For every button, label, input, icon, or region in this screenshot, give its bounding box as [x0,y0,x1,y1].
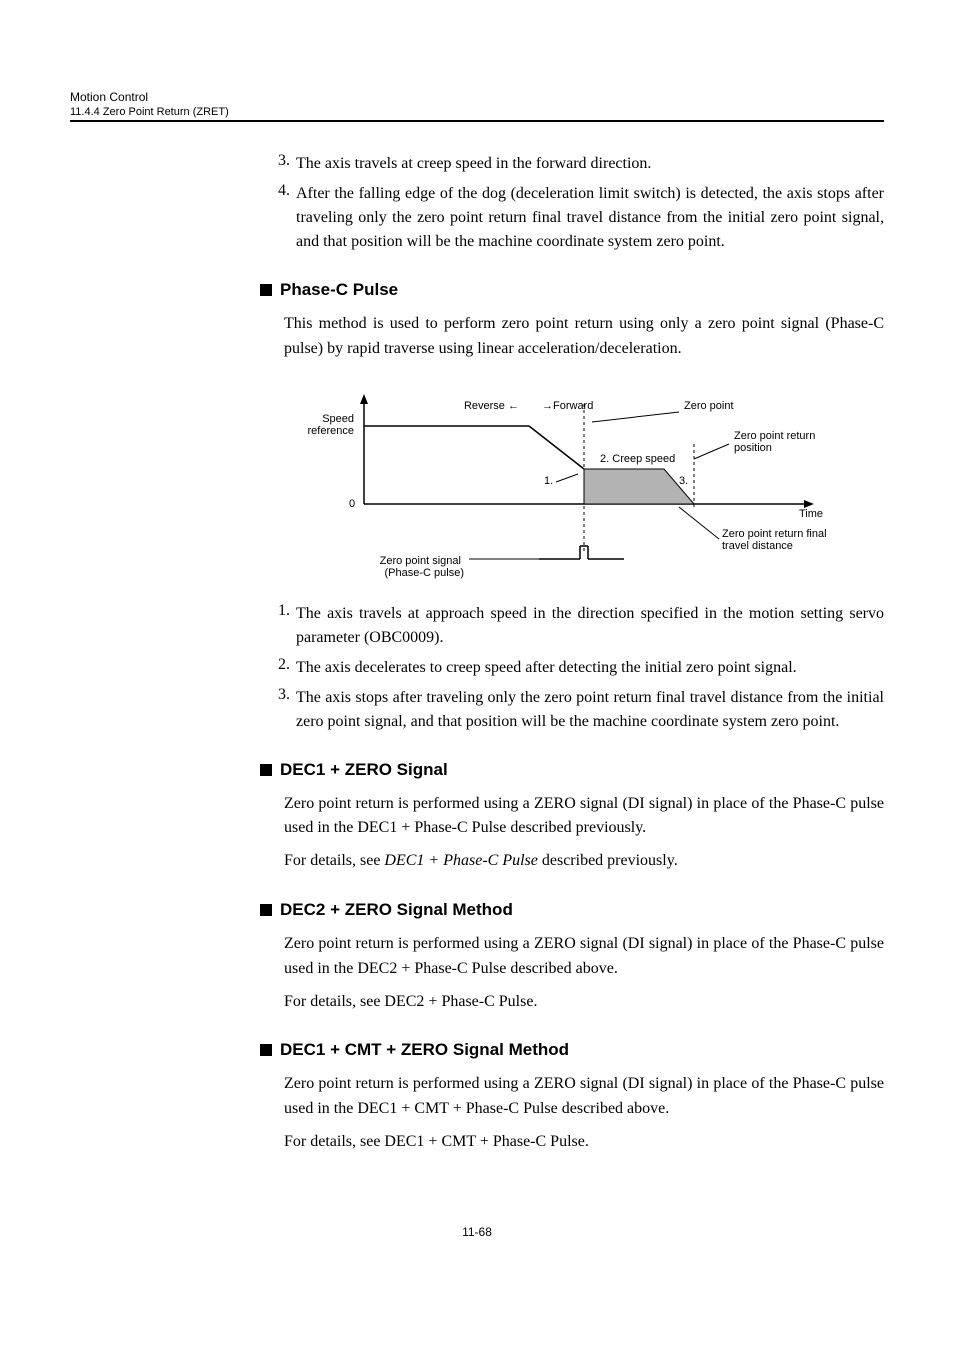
list-item: 1. The axis travels at approach speed in… [268,602,884,650]
label-time: Time [799,508,823,520]
heading-text: DEC1 + CMT + ZERO Signal Method [280,1040,569,1060]
paragraph: For details, see DEC1 + Phase-C Pulse de… [284,849,884,874]
label-speed-ref: Speedreference [308,413,354,437]
paragraph: For details, see DEC1 + CMT + Phase-C Pu… [284,1130,884,1155]
label-num3: 3. [679,475,688,487]
text: For details, see [284,852,384,869]
header-rule [70,120,884,122]
list-item: 3. The axis travels at creep speed in th… [268,152,884,176]
section-heading-phase-c: Phase-C Pulse [260,280,884,300]
list-text: The axis decelerates to creep speed afte… [296,656,797,680]
paragraph: This method is used to perform zero poin… [284,312,884,362]
paragraph: Zero point return is performed using a Z… [284,792,884,842]
label-zero-point: Zero point [684,400,734,412]
list-text: The axis stops after traveling only the … [296,686,884,734]
heading-text: DEC2 + ZERO Signal Method [280,900,513,920]
label-zpr-pos: Zero point return position [734,430,818,454]
section-heading-dec2-zero: DEC2 + ZERO Signal Method [260,900,884,920]
label-zpr-final: Zero point return final travel distance [722,528,830,552]
main-content: 3. The axis travels at creep speed in th… [260,152,884,1155]
list-text: The axis travels at creep speed in the f… [296,152,651,176]
label-num1: 1. [544,475,553,487]
italic-reference: DEC1 + Phase-C Pulse [384,852,537,869]
page-number: 11-68 [70,1225,884,1239]
label-zero: 0 [349,498,355,510]
heading-text: DEC1 + ZERO Signal [280,760,448,780]
phase-c-diagram: Speedreference 0 Reverse ← →Forward Zero… [284,384,860,584]
header-chapter: Motion Control [70,90,884,104]
paragraph: Zero point return is performed using a Z… [284,932,884,982]
header-section: 11.4.4 Zero Point Return (ZRET) [70,106,884,118]
page-root: Motion Control 11.4.4 Zero Point Return … [0,0,954,1299]
list-item: 4. After the falling edge of the dog (de… [268,182,884,254]
list-item: 3. The axis stops after traveling only t… [268,686,884,734]
label-reverse: Reverse ← [464,400,519,412]
section-heading-dec1-zero: DEC1 + ZERO Signal [260,760,884,780]
list-number: 3. [268,152,296,170]
list-text: The axis travels at approach speed in th… [296,602,884,650]
phase-c-list: 1. The axis travels at approach speed in… [268,602,884,734]
square-bullet-icon [260,764,272,776]
paragraph: For details, see DEC2 + Phase-C Pulse. [284,990,884,1015]
list-number: 1. [268,602,296,620]
label-creep-speed: 2. Creep speed [600,453,675,465]
list-number: 2. [268,656,296,674]
section-heading-dec1-cmt-zero: DEC1 + CMT + ZERO Signal Method [260,1040,884,1060]
paragraph: Zero point return is performed using a Z… [284,1072,884,1122]
list-number: 3. [268,686,296,704]
square-bullet-icon [260,904,272,916]
square-bullet-icon [260,1044,272,1056]
top-continuation-list: 3. The axis travels at creep speed in th… [268,152,884,254]
heading-text: Phase-C Pulse [280,280,398,300]
label-forward: →Forward [542,400,593,412]
list-number: 4. [268,182,296,200]
square-bullet-icon [260,284,272,296]
list-text: After the falling edge of the dog (decel… [296,182,884,254]
list-item: 2. The axis decelerates to creep speed a… [268,656,884,680]
label-zps: Zero point signal (Phase-C pulse) [380,555,464,579]
text: described previously. [538,852,678,869]
